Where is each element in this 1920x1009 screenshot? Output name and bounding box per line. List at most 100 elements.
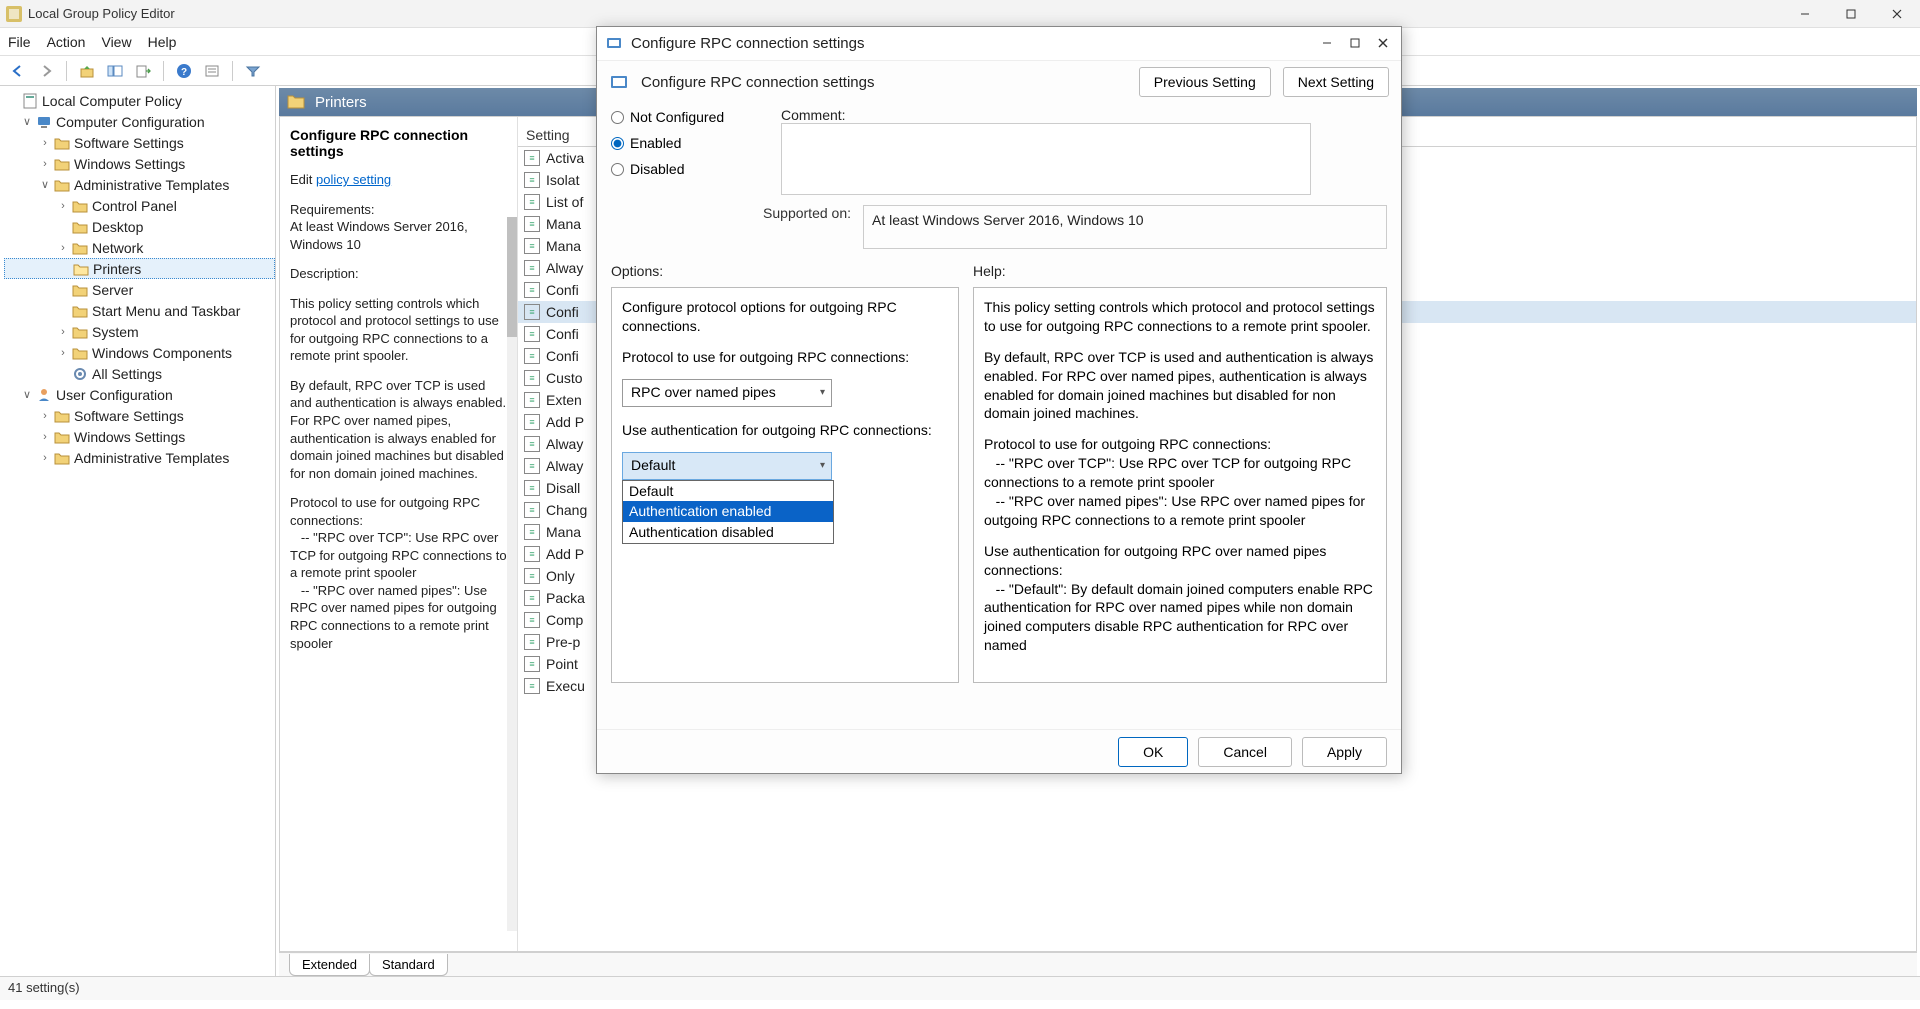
apply-button[interactable]: Apply — [1302, 737, 1387, 767]
policy-item-icon: ≡ — [524, 414, 540, 430]
folder-icon — [72, 240, 88, 256]
policy-item-icon: ≡ — [524, 392, 540, 408]
forward-button[interactable] — [34, 59, 58, 83]
dialog-title: Configure RPC connection settings — [631, 35, 1321, 52]
ok-button[interactable]: OK — [1118, 737, 1188, 767]
radio-not-configured[interactable]: Not Configured — [611, 109, 751, 125]
dialog-close-button[interactable] — [1377, 36, 1389, 52]
auth-option-disabled[interactable]: Authentication disabled — [623, 522, 833, 543]
policy-item-icon: ≡ — [524, 370, 540, 386]
policy-icon — [609, 72, 629, 92]
tree-windows-components[interactable]: ›Windows Components — [4, 342, 275, 363]
menu-action[interactable]: Action — [47, 34, 86, 50]
tree-admin-templates[interactable]: ∨Administrative Templates — [4, 174, 275, 195]
toolbar-separator — [66, 61, 67, 81]
policy-item-icon: ≡ — [524, 524, 540, 540]
folder-icon — [72, 303, 88, 319]
expand-icon[interactable]: › — [38, 137, 52, 149]
requirements-label: Requirements: — [290, 202, 375, 217]
tab-extended[interactable]: Extended — [289, 954, 370, 976]
tree-system[interactable]: ›System — [4, 321, 275, 342]
policy-dialog: Configure RPC connection settings Config… — [596, 26, 1402, 774]
tree-user-config[interactable]: ∨User Configuration — [4, 384, 275, 405]
scrollbar[interactable] — [507, 217, 517, 931]
tree-pane[interactable]: Local Computer Policy ∨Computer Configur… — [0, 86, 276, 976]
help-button[interactable]: ? — [172, 59, 196, 83]
auth-option-default[interactable]: Default — [623, 481, 833, 502]
menu-file[interactable]: File — [8, 34, 31, 50]
expand-icon[interactable]: › — [56, 326, 70, 338]
radio-disabled[interactable]: Disabled — [611, 161, 751, 177]
tree-control-panel[interactable]: ›Control Panel — [4, 195, 275, 216]
expand-icon[interactable]: › — [38, 452, 52, 464]
expand-icon[interactable]: › — [38, 158, 52, 170]
tree-network[interactable]: ›Network — [4, 237, 275, 258]
policy-item-icon: ≡ — [524, 502, 540, 518]
tree-user-admin[interactable]: ›Administrative Templates — [4, 447, 275, 468]
cancel-button[interactable]: Cancel — [1198, 737, 1292, 767]
maximize-button[interactable] — [1828, 0, 1874, 28]
expand-icon[interactable]: › — [38, 431, 52, 443]
tree-desktop[interactable]: Desktop — [4, 216, 275, 237]
tree-server[interactable]: Server — [4, 279, 275, 300]
previous-setting-button[interactable]: Previous Setting — [1139, 67, 1271, 97]
tab-standard[interactable]: Standard — [369, 954, 448, 976]
filter-button[interactable] — [241, 59, 265, 83]
edit-policy-link[interactable]: policy setting — [316, 172, 391, 187]
menu-help[interactable]: Help — [148, 34, 177, 50]
auth-dropdown[interactable]: Default ▾ Default Authentication enabled… — [622, 452, 832, 480]
expand-icon[interactable]: › — [38, 410, 52, 422]
properties-button[interactable] — [200, 59, 224, 83]
back-button[interactable] — [6, 59, 30, 83]
expand-icon[interactable]: › — [56, 200, 70, 212]
radio-enabled[interactable]: Enabled — [611, 135, 751, 151]
up-button[interactable] — [75, 59, 99, 83]
tree-root[interactable]: Local Computer Policy — [4, 90, 275, 111]
show-hide-tree-button[interactable] — [103, 59, 127, 83]
tree-user-software[interactable]: ›Software Settings — [4, 405, 275, 426]
protocol-dropdown[interactable]: RPC over named pipes ▾ — [622, 379, 832, 407]
collapse-icon[interactable]: ∨ — [38, 178, 52, 191]
expand-icon[interactable]: › — [56, 242, 70, 254]
dialog-titlebar[interactable]: Configure RPC connection settings — [597, 27, 1401, 61]
next-setting-button[interactable]: Next Setting — [1283, 67, 1389, 97]
dialog-icon — [605, 35, 623, 53]
help-panel: This policy setting controls which proto… — [973, 287, 1387, 683]
supported-label: Supported on: — [611, 205, 851, 221]
policy-item-icon: ≡ — [524, 634, 540, 650]
auth-dropdown-list[interactable]: Default Authentication enabled Authentic… — [622, 480, 834, 545]
dialog-maximize-button[interactable] — [1349, 36, 1361, 52]
tree-computer-config[interactable]: ∨Computer Configuration — [4, 111, 275, 132]
close-button[interactable] — [1874, 0, 1920, 28]
window-title: Local Group Policy Editor — [28, 6, 1914, 21]
policy-item-icon: ≡ — [524, 150, 540, 166]
folder-icon — [287, 93, 305, 111]
dialog-minimize-button[interactable] — [1321, 36, 1333, 52]
auth-option-enabled[interactable]: Authentication enabled — [623, 501, 833, 522]
folder-icon — [54, 408, 70, 424]
tree-software-settings[interactable]: ›Software Settings — [4, 132, 275, 153]
computer-icon — [36, 114, 52, 130]
collapse-icon[interactable]: ∨ — [20, 388, 34, 401]
comment-textbox[interactable] — [781, 123, 1311, 195]
dialog-footer: OK Cancel Apply — [597, 729, 1401, 773]
toolbar-separator — [163, 61, 164, 81]
collapse-icon[interactable]: ∨ — [20, 115, 34, 128]
export-list-button[interactable] — [131, 59, 155, 83]
menu-view[interactable]: View — [101, 34, 131, 50]
tab-strip: Extended Standard — [279, 952, 1917, 976]
tree-printers[interactable]: Printers — [4, 258, 275, 279]
tree-start-menu[interactable]: Start Menu and Taskbar — [4, 300, 275, 321]
folder-icon — [72, 198, 88, 214]
policy-item-icon: ≡ — [524, 678, 540, 694]
description-2: By default, RPC over TCP is used and aut… — [290, 377, 507, 482]
folder-icon — [54, 135, 70, 151]
dialog-header: Configure RPC connection settings Previo… — [597, 61, 1401, 103]
extended-pane: Configure RPC connection settings Edit p… — [280, 117, 518, 951]
minimize-button[interactable] — [1782, 0, 1828, 28]
expand-icon[interactable]: › — [56, 347, 70, 359]
requirements-text: At least Windows Server 2016, Windows 10 — [290, 219, 468, 252]
tree-windows-settings[interactable]: ›Windows Settings — [4, 153, 275, 174]
tree-user-windows[interactable]: ›Windows Settings — [4, 426, 275, 447]
tree-all-settings[interactable]: All Settings — [4, 363, 275, 384]
